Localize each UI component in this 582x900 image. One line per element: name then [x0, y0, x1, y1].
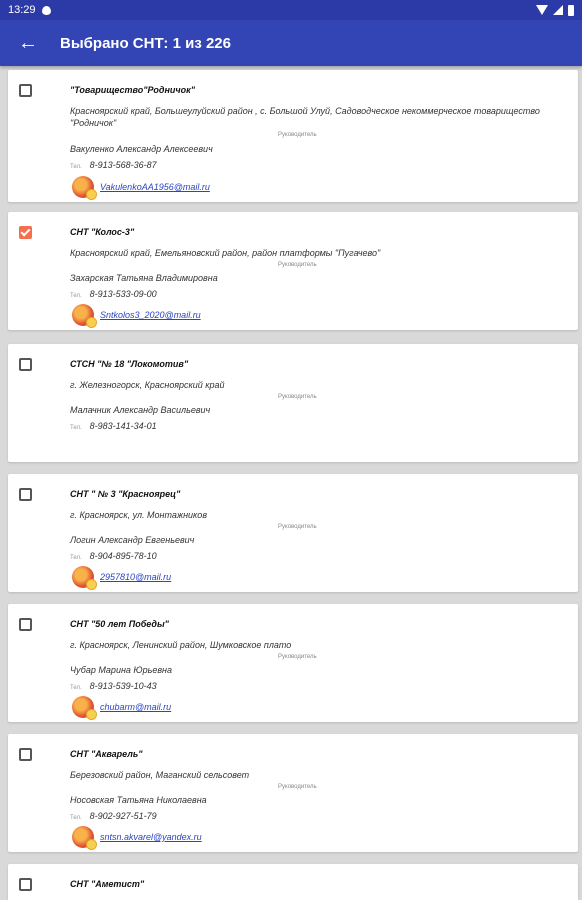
back-arrow-icon[interactable]: ←	[0, 20, 56, 66]
app-bar: ← Выбрано СНТ: 1 из 226	[0, 20, 582, 66]
phone-number[interactable]: 8-983-141-34-01	[90, 421, 157, 431]
snt-address: Красноярский край, Емельяновский район, …	[70, 248, 381, 258]
email-row: chubarm@mail.ru	[72, 696, 171, 720]
select-checkbox[interactable]	[19, 488, 32, 501]
email-link[interactable]: Sntkolos3_2020@mail.ru	[100, 310, 201, 320]
select-checkbox[interactable]	[19, 878, 32, 891]
role-label: Руководитель	[278, 654, 317, 660]
chairman-name: Носовская Татьяна Николаевна	[70, 795, 207, 805]
phone-label: Тел.	[70, 815, 82, 821]
phone-number[interactable]: 8-913-539-10-43	[90, 681, 157, 691]
email-row: Sntkolos3_2020@mail.ru	[72, 304, 201, 328]
snt-card: СТСН "№ 18 "Локомотив" г. Железногорск, …	[8, 344, 578, 462]
snt-card: СНТ "Колос-3" Красноярский край, Емельян…	[8, 212, 578, 330]
role-label: Руководитель	[278, 132, 317, 138]
snt-name: СТСН "№ 18 "Локомотив"	[70, 359, 189, 369]
phone-number[interactable]: 8-902-927-51-79	[90, 811, 157, 821]
snt-card: СНТ "Аметист"	[8, 864, 578, 900]
role-label: Руководитель	[278, 524, 317, 530]
phone-row: Тел. 8-913-533-09-00	[70, 289, 157, 299]
role-label: Руководитель	[278, 394, 317, 400]
web-mail-icon[interactable]	[72, 176, 97, 200]
email-link[interactable]: chubarm@mail.ru	[100, 702, 171, 712]
phone-row: Тел. 8-913-568-36-87	[70, 160, 157, 170]
notification-icon	[41, 5, 51, 15]
email-row: 2957810@mail.ru	[72, 566, 171, 590]
email-link[interactable]: VakulenkoAA1956@mail.ru	[100, 182, 210, 192]
role-label: Руководитель	[278, 262, 317, 268]
chairman-name: Логин Александр Евгеньевич	[70, 535, 195, 545]
snt-list[interactable]: "Товарищество"Родничок" Красноярский кра…	[0, 66, 582, 900]
phone-row: Тел. 8-913-539-10-43	[70, 681, 157, 691]
snt-address: г. Красноярск, ул. Монтажников	[70, 510, 208, 520]
status-time: 13:29	[8, 4, 36, 16]
signal-icon	[553, 5, 563, 15]
phone-row: Тел. 8-983-141-34-01	[70, 421, 157, 431]
snt-name: "Товарищество"Родничок"	[70, 85, 195, 95]
select-checkbox[interactable]	[19, 226, 32, 239]
snt-name: СНТ "Акварель"	[70, 749, 143, 759]
select-checkbox[interactable]	[19, 84, 32, 97]
phone-label: Тел.	[70, 164, 82, 170]
phone-number[interactable]: 8-913-568-36-87	[90, 160, 157, 170]
snt-name: СНТ "Аметист"	[70, 879, 145, 889]
phone-number[interactable]: 8-913-533-09-00	[90, 289, 157, 299]
select-checkbox[interactable]	[19, 618, 32, 631]
phone-number[interactable]: 8-904-895-78-10	[90, 551, 157, 561]
page-title: Выбрано СНТ: 1 из 226	[60, 34, 231, 52]
wifi-icon	[536, 5, 548, 15]
email-row: sntsn.akvarel@yandex.ru	[72, 826, 202, 850]
snt-name: СНТ "50 лет Победы"	[70, 619, 169, 629]
web-mail-icon[interactable]	[72, 826, 97, 850]
select-checkbox[interactable]	[19, 748, 32, 761]
snt-card: СНТ "Акварель" Березовский район, Маганс…	[8, 734, 578, 852]
chairman-name: Чубар Марина Юрьевна	[70, 665, 173, 675]
web-mail-icon[interactable]	[72, 696, 97, 720]
phone-label: Тел.	[70, 685, 82, 691]
select-checkbox[interactable]	[19, 358, 32, 371]
snt-address: г. Железногорск, Красноярский край	[70, 380, 225, 390]
email-link[interactable]: 2957810@mail.ru	[100, 572, 171, 582]
email-link[interactable]: sntsn.akvarel@yandex.ru	[100, 832, 202, 842]
phone-label: Тел.	[70, 425, 82, 431]
role-label: Руководитель	[278, 784, 317, 790]
phone-label: Тел.	[70, 293, 82, 299]
snt-address: г. Красноярск, Ленинский район, Шумковск…	[70, 640, 292, 650]
snt-name: СНТ "Колос-3"	[70, 227, 135, 237]
snt-card: СНТ " № 3 "Красноярец" г. Красноярск, ул…	[8, 474, 578, 592]
phone-label: Тел.	[70, 555, 82, 561]
web-mail-icon[interactable]	[72, 566, 97, 590]
chairman-name: Вакуленко Александр Алексеевич	[70, 144, 213, 154]
status-bar: 13:29	[0, 0, 582, 20]
snt-name: СНТ " № 3 "Красноярец"	[70, 489, 181, 499]
snt-address: Красноярский край, Большеулуйский район …	[70, 106, 540, 128]
battery-icon	[568, 4, 574, 16]
chairman-name: Малачник Александр Васильевич	[70, 405, 211, 415]
snt-address: Березовский район, Маганский сельсовет	[70, 770, 250, 780]
web-mail-icon[interactable]	[72, 304, 97, 328]
snt-card: СНТ "50 лет Победы" г. Красноярск, Ленин…	[8, 604, 578, 722]
phone-row: Тел. 8-902-927-51-79	[70, 811, 157, 821]
email-row: VakulenkoAA1956@mail.ru	[72, 176, 210, 200]
phone-row: Тел. 8-904-895-78-10	[70, 551, 157, 561]
chairman-name: Захарская Татьяна Владимировна	[70, 273, 218, 283]
snt-card: "Товарищество"Родничок" Красноярский кра…	[8, 70, 578, 202]
